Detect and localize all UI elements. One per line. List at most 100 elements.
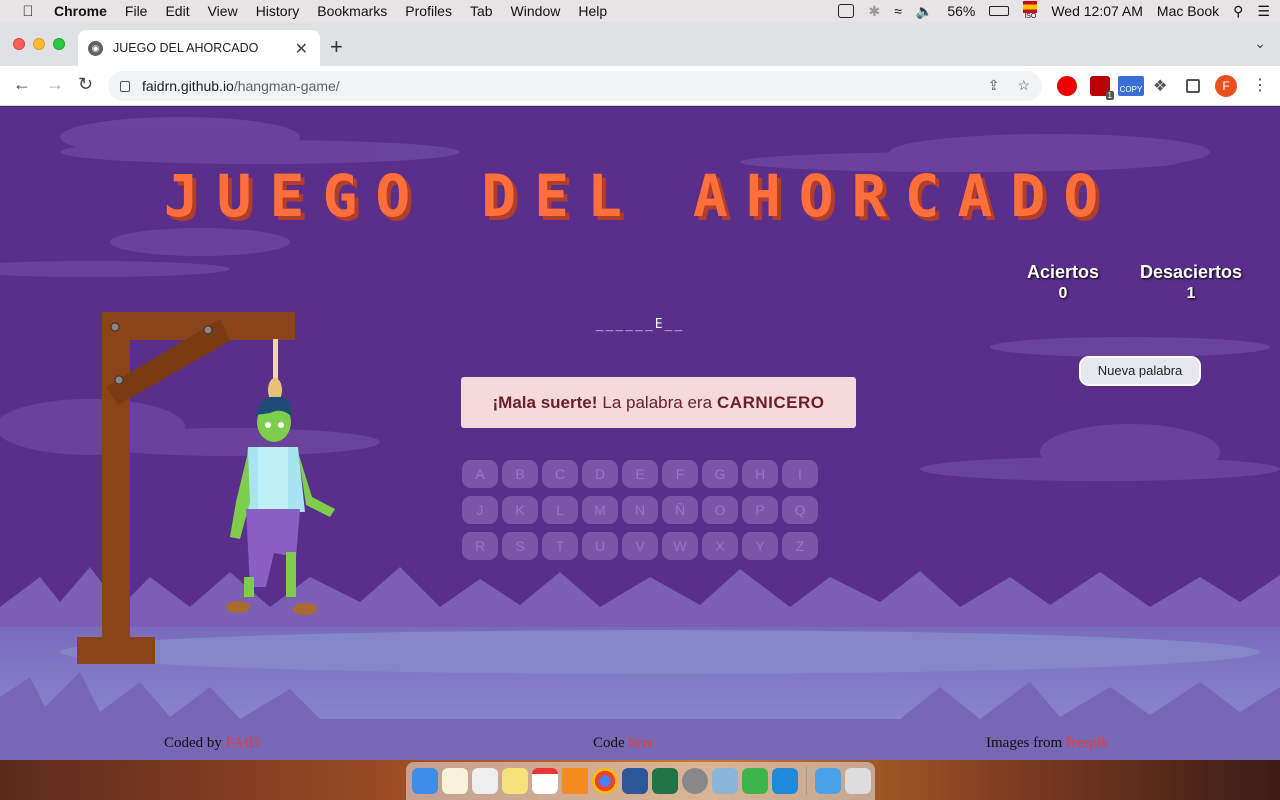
letter-key-l[interactable]: L [542, 496, 578, 524]
letter-key-z[interactable]: Z [782, 532, 818, 560]
trash-icon[interactable] [845, 768, 871, 794]
extension-badge: 1 [1105, 91, 1114, 100]
menu-bookmarks[interactable]: Bookmarks [317, 3, 387, 19]
address-bar[interactable]: faidrn.github.io/hangman-game/ ⇪ ☆ [108, 71, 1042, 101]
ublock-extension-icon[interactable] [1057, 76, 1077, 96]
browser-tab-active[interactable]: ◉ JUEGO DEL AHORCADO ✕ [78, 30, 320, 66]
letter-key-e[interactable]: E [622, 460, 658, 488]
menu-help[interactable]: Help [578, 3, 607, 19]
coded-by-text: Coded by [164, 735, 222, 751]
shield-extension-icon[interactable]: 1 [1090, 76, 1114, 100]
side-panel-icon[interactable] [1186, 79, 1200, 93]
letter-key-m[interactable]: M [582, 496, 618, 524]
letter-key-f[interactable]: F [662, 460, 698, 488]
new-word-button[interactable]: Nueva palabra [1079, 356, 1201, 386]
downloads-folder-icon[interactable] [815, 768, 841, 794]
vscode-icon[interactable] [772, 768, 798, 794]
system-preferences-icon[interactable] [682, 768, 708, 794]
menu-view[interactable]: View [208, 3, 238, 19]
letter-key-r[interactable]: R [462, 532, 498, 560]
letter-key-j[interactable]: J [462, 496, 498, 524]
code-text: Code [593, 735, 625, 751]
chrome-menu-icon[interactable]: ⋮ [1252, 75, 1268, 95]
vlc-icon[interactable] [562, 768, 588, 794]
textedit-icon[interactable] [472, 768, 498, 794]
letter-key-p[interactable]: P [742, 496, 778, 524]
menu-file[interactable]: File [125, 3, 148, 19]
chrome-dock-icon[interactable] [592, 768, 618, 794]
menu-tab[interactable]: Tab [470, 3, 493, 19]
volume-icon[interactable]: 🔈 [916, 3, 933, 20]
reload-icon[interactable]: ↻ [78, 74, 93, 95]
menu-window[interactable]: Window [511, 3, 561, 19]
menu-history[interactable]: History [256, 3, 300, 19]
back-arrow-icon[interactable]: ← [13, 74, 31, 95]
menubar-clock[interactable]: Wed 12:07 AM [1051, 3, 1143, 19]
letter-key-c[interactable]: C [542, 460, 578, 488]
window-zoom-button[interactable] [53, 38, 65, 50]
bookmark-star-icon[interactable]: ☆ [1017, 77, 1030, 94]
screen-mirroring-icon[interactable] [838, 4, 855, 18]
menu-app-name[interactable]: Chrome [54, 3, 107, 19]
letter-key-d[interactable]: D [582, 460, 618, 488]
letter-key-s[interactable]: S [502, 532, 538, 560]
letter-key-k[interactable]: K [502, 496, 538, 524]
browser-toolbar: ← → ↻ faidrn.github.io/hangman-game/ ⇪ ☆… [0, 66, 1280, 106]
control-center-icon[interactable]: ☰ [1257, 3, 1270, 20]
keyboard-row: J K L M N Ñ O P Q [462, 496, 822, 524]
apple-menu-icon[interactable]:  [14, 3, 42, 20]
excel-icon[interactable] [652, 768, 678, 794]
letter-key-u[interactable]: U [582, 532, 618, 560]
tab-search-chevron-icon[interactable]: ⌄ [1254, 35, 1266, 52]
lock-icon[interactable] [120, 80, 130, 92]
menu-edit[interactable]: Edit [165, 3, 189, 19]
code-here-link[interactable]: here [628, 735, 654, 751]
spotlight-search-icon[interactable]: ⚲ [1233, 3, 1243, 20]
copy-extension-icon[interactable]: COPY [1118, 76, 1144, 96]
copy-extension-label: COPY [1119, 85, 1143, 94]
keyboard-row: A B C D E F G H I [462, 460, 822, 488]
footer-coded-by: Coded by FAID [164, 735, 260, 752]
share-icon[interactable]: ⇪ [988, 77, 1000, 94]
result-text: La palabra era [602, 392, 713, 412]
stickies-icon[interactable] [502, 768, 528, 794]
letter-key-g[interactable]: G [702, 460, 738, 488]
letter-key-y[interactable]: Y [742, 532, 778, 560]
bluetooth-icon[interactable]: ✱ [868, 3, 880, 20]
notes-icon[interactable] [442, 768, 468, 794]
forward-arrow-icon[interactable]: → [46, 74, 64, 95]
letter-key-h[interactable]: H [742, 460, 778, 488]
input-source-flag[interactable]: ISO [1023, 1, 1038, 21]
dock-divider [806, 767, 807, 795]
letter-key-o[interactable]: O [702, 496, 738, 524]
image-capture-icon[interactable] [712, 768, 738, 794]
images-from-text: Images from [986, 735, 1063, 751]
green-app-icon[interactable] [742, 768, 768, 794]
result-answer: CARNICERO [717, 392, 825, 412]
menu-profiles[interactable]: Profiles [405, 3, 452, 19]
letter-key-a[interactable]: A [462, 460, 498, 488]
word-icon[interactable] [622, 768, 648, 794]
window-minimize-button[interactable] [33, 38, 45, 50]
new-tab-button[interactable]: + [330, 34, 343, 60]
wifi-icon[interactable]: ≈ [894, 3, 902, 19]
letter-key-i[interactable]: I [782, 460, 818, 488]
letter-key-q[interactable]: Q [782, 496, 818, 524]
letter-key-t[interactable]: T [542, 532, 578, 560]
letter-key-enye[interactable]: Ñ [662, 496, 698, 524]
profile-avatar[interactable]: F [1215, 75, 1237, 97]
letter-key-v[interactable]: V [622, 532, 658, 560]
calendar-icon[interactable] [532, 768, 558, 794]
tab-close-icon[interactable]: ✕ [295, 39, 308, 59]
faid-link[interactable]: FAID [226, 735, 260, 751]
letter-key-b[interactable]: B [502, 460, 538, 488]
menubar-computer-name[interactable]: Mac Book [1157, 3, 1219, 19]
letter-key-w[interactable]: W [662, 532, 698, 560]
window-close-button[interactable] [13, 38, 25, 50]
battery-percent[interactable]: 56% [947, 3, 975, 19]
letter-key-x[interactable]: X [702, 532, 738, 560]
finder-icon[interactable] [412, 768, 438, 794]
extensions-puzzle-icon[interactable]: ❖ [1153, 76, 1173, 96]
letter-key-n[interactable]: N [622, 496, 658, 524]
freepik-link[interactable]: freepik [1066, 735, 1108, 751]
